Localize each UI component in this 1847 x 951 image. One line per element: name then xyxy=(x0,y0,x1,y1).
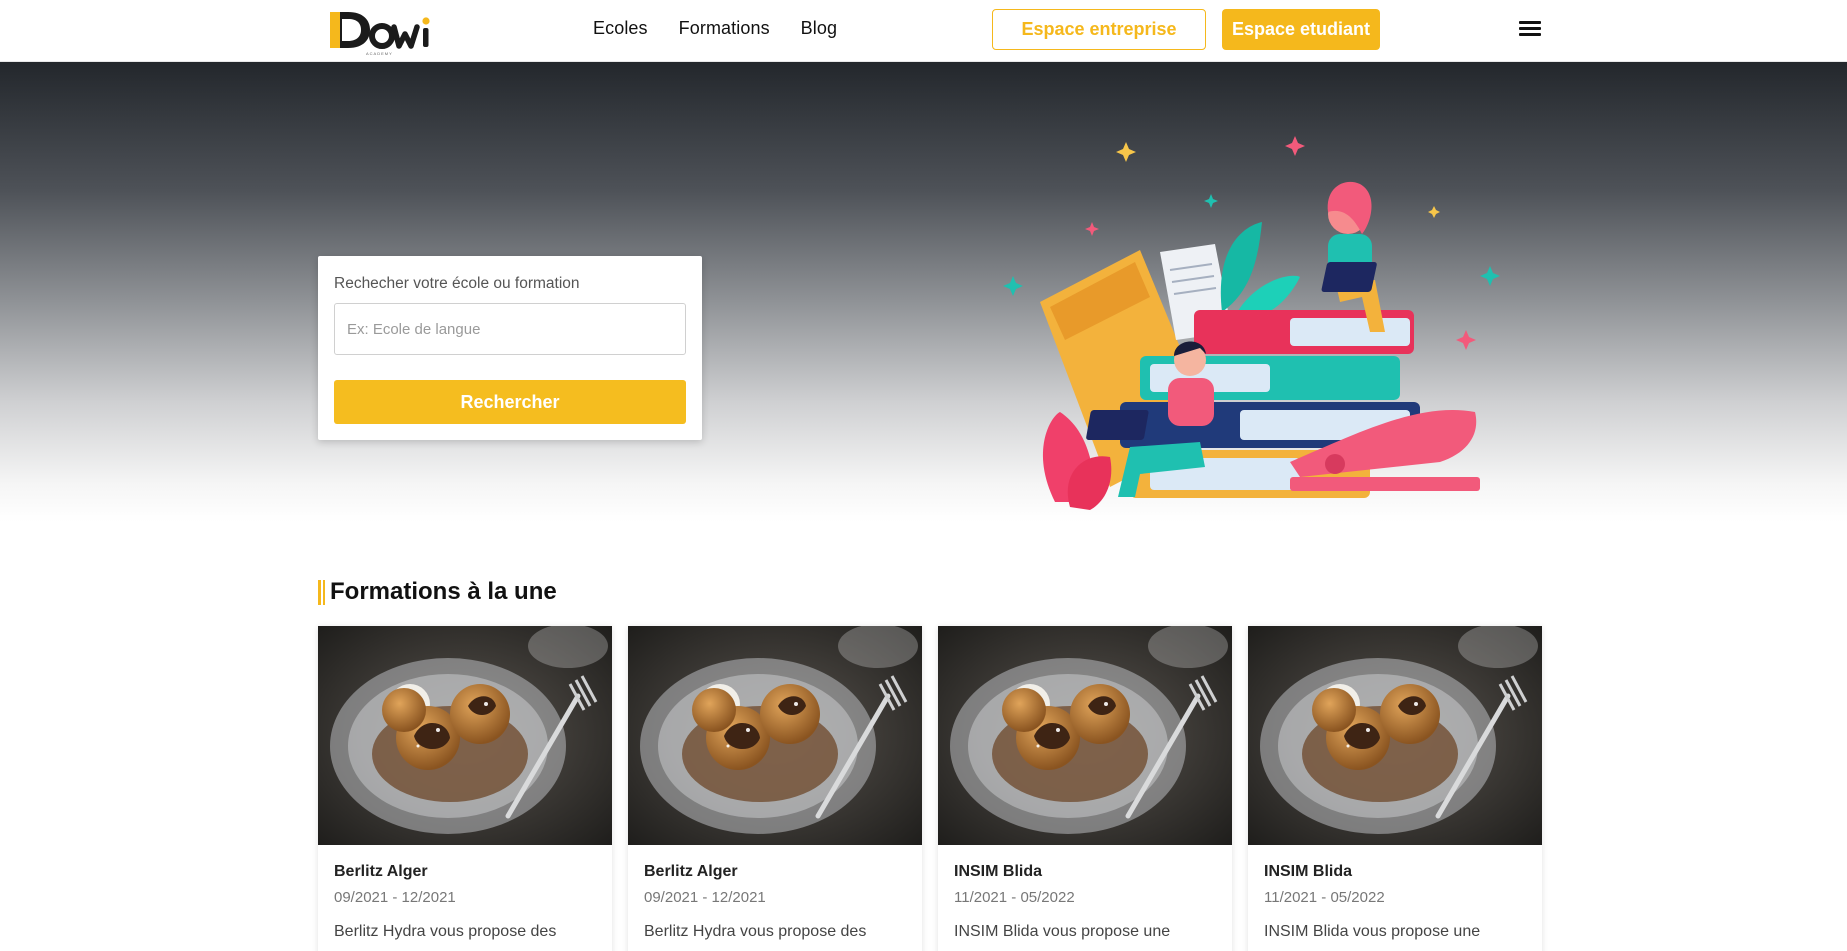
hero-banner: Rechecher votre école ou formation Reche… xyxy=(0,62,1847,522)
nav-link-ecoles[interactable]: Ecoles xyxy=(593,18,648,39)
dessert-photo xyxy=(1248,626,1542,845)
main-nav: Ecoles Formations Blog xyxy=(593,18,837,39)
espace-entreprise-button[interactable]: Espace entreprise xyxy=(992,9,1206,50)
search-card: Rechecher votre école ou formation Reche… xyxy=(318,256,702,440)
dowi-logo[interactable]: ACADEMY xyxy=(326,6,442,56)
nav-link-blog[interactable]: Blog xyxy=(801,18,837,39)
card-date: 11/2021 - 05/2022 xyxy=(1264,889,1385,906)
title-accent-bars xyxy=(318,579,325,605)
dessert-photo xyxy=(628,626,922,845)
formation-card[interactable]: Berlitz Alger 09/2021 - 12/2021 Berlitz … xyxy=(628,626,922,951)
card-title: INSIM Blida xyxy=(954,863,1043,880)
navbar: ACADEMY Ecoles Formations Blog Espace en… xyxy=(0,0,1847,62)
formation-card[interactable]: INSIM Blida 11/2021 - 05/2022 INSIM Blid… xyxy=(938,626,1232,951)
card-description: INSIM Blida vous propose une xyxy=(1264,923,1481,940)
search-button[interactable]: Rechercher xyxy=(334,380,686,424)
card-body: INSIM Blida 11/2021 - 05/2022 INSIM Blid… xyxy=(1248,845,1542,944)
card-date: 11/2021 - 05/2022 xyxy=(954,889,1075,906)
search-label: Rechecher votre école ou formation xyxy=(334,275,580,292)
card-description: Berlitz Hydra vous propose des cours xyxy=(334,923,557,951)
nav-link-formations[interactable]: Formations xyxy=(679,18,770,39)
hamburger-icon[interactable] xyxy=(1519,21,1541,39)
formation-card[interactable]: Berlitz Alger 09/2021 - 12/2021 Berlitz … xyxy=(318,626,612,951)
card-title: INSIM Blida xyxy=(1264,863,1353,880)
featured-cards: Berlitz Alger 09/2021 - 12/2021 Berlitz … xyxy=(318,626,1542,951)
card-body: Berlitz Alger 09/2021 - 12/2021 Berlitz … xyxy=(628,845,922,951)
card-title: Berlitz Alger xyxy=(334,863,428,880)
section-title-wrap: Formations à la une xyxy=(318,578,557,606)
search-input[interactable] xyxy=(334,303,686,355)
svg-text:ACADEMY: ACADEMY xyxy=(366,51,393,56)
card-date: 09/2021 - 12/2021 xyxy=(644,889,766,906)
card-body: INSIM Blida 11/2021 - 05/2022 INSIM Blid… xyxy=(938,845,1232,944)
formation-card[interactable]: INSIM Blida 11/2021 - 05/2022 INSIM Blid… xyxy=(1248,626,1542,951)
dessert-photo xyxy=(938,626,1232,845)
card-body: Berlitz Alger 09/2021 - 12/2021 Berlitz … xyxy=(318,845,612,951)
dessert-photo xyxy=(318,626,612,845)
section-title: Formations à la une xyxy=(330,578,557,605)
students-on-books-illustration xyxy=(1003,136,1500,510)
card-description: Berlitz Hydra vous propose des cours xyxy=(644,923,867,951)
card-title: Berlitz Alger xyxy=(644,863,738,880)
card-description: INSIM Blida vous propose une xyxy=(954,923,1171,940)
card-date: 09/2021 - 12/2021 xyxy=(334,889,456,906)
espace-etudiant-button[interactable]: Espace etudiant xyxy=(1222,9,1380,50)
